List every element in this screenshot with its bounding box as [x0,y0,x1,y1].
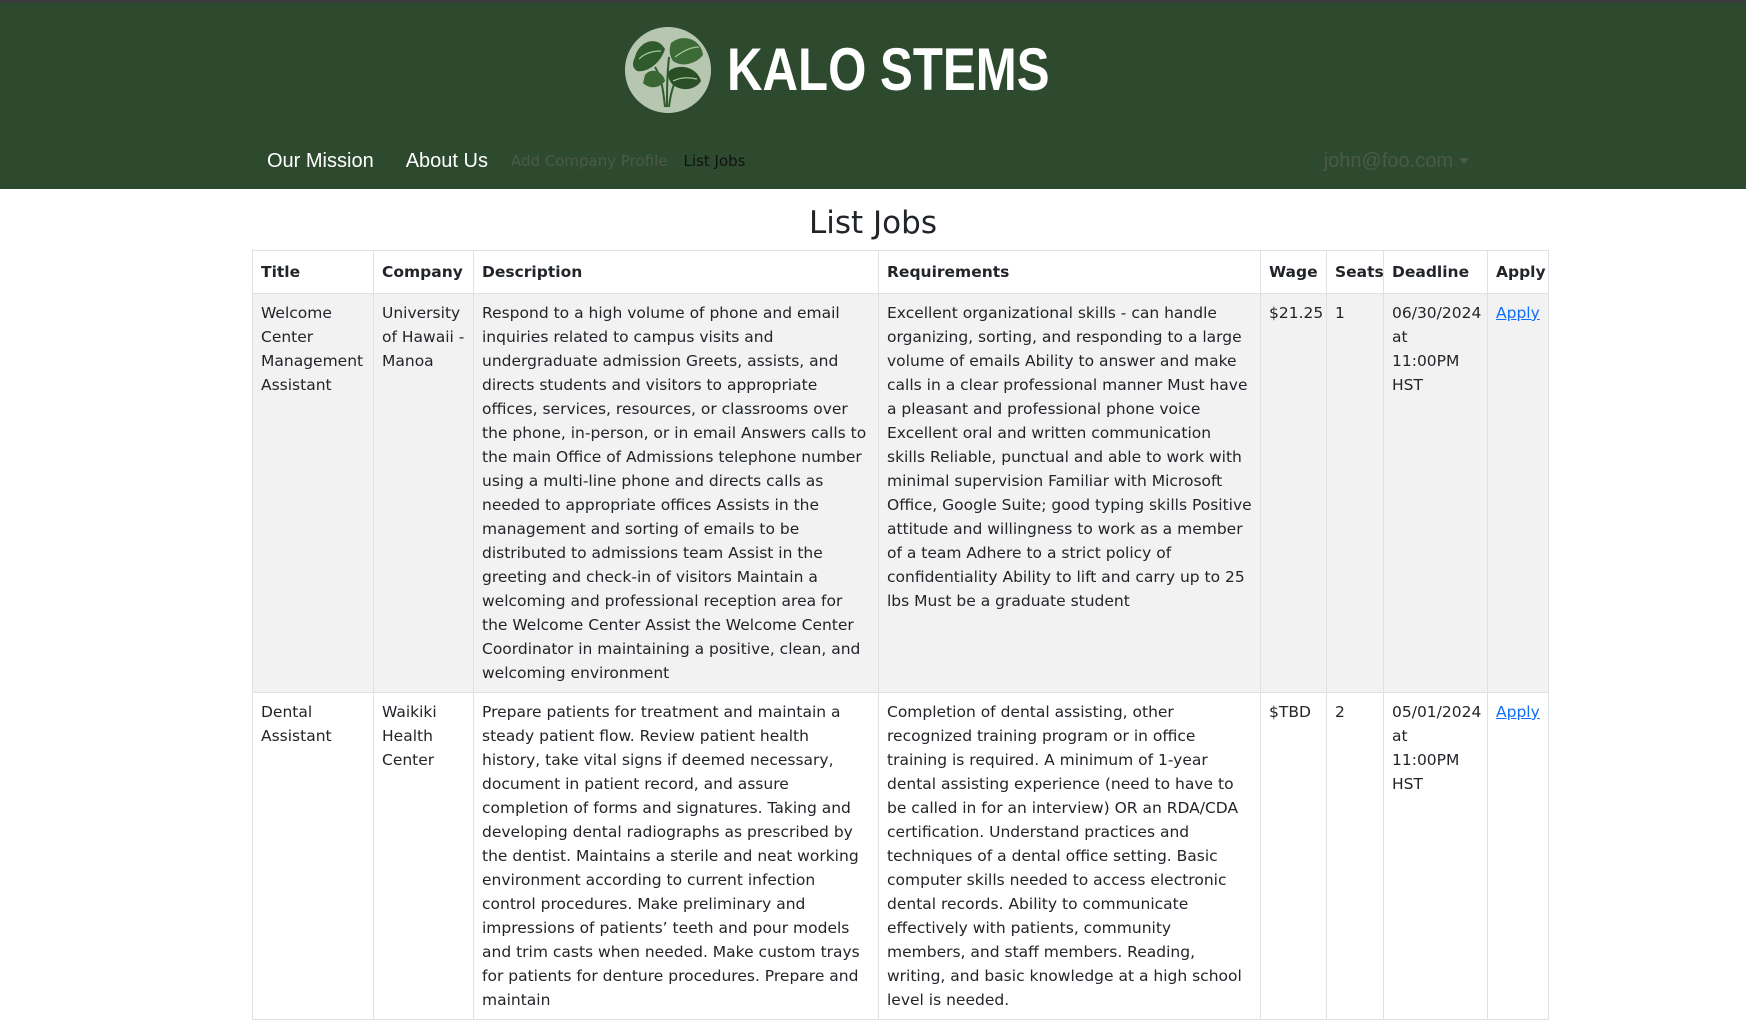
nav-add-company-profile[interactable]: Add Company Profile [511,152,668,170]
column-header-description: Description [473,250,879,294]
job-seats: 2 [1326,692,1384,1020]
jobs-table-wrapper: Title Company Description Requirements W… [252,250,1549,1020]
job-deadline: 06/30/2024 at 11:00PM HST [1383,293,1488,693]
table-row: Dental Assistant Waikiki Health Center P… [252,692,1549,1020]
job-company: Waikiki Health Center [373,692,474,1020]
column-header-company: Company [373,250,474,294]
job-wage: $21.25 [1260,293,1327,693]
job-requirements: Completion of dental assisting, other re… [878,692,1261,1020]
job-wage: $TBD [1260,692,1327,1020]
table-row: Welcome Center Management Assistant Univ… [252,293,1549,693]
user-menu-dropdown[interactable]: john@foo.com [1324,150,1469,173]
job-title: Dental Assistant [252,692,374,1020]
main-nav: Our Mission About Us Add Company Profile… [252,143,1494,179]
column-header-deadline: Deadline [1383,250,1488,294]
user-email: john@foo.com [1323,149,1453,172]
job-description: Prepare patients for treatment and maint… [473,692,879,1020]
column-header-apply: Apply [1487,250,1549,294]
jobs-table: Title Company Description Requirements W… [252,250,1549,1020]
column-header-requirements: Requirements [878,250,1261,294]
job-title: Welcome Center Management Assistant [252,293,374,693]
nav-list-jobs[interactable]: List Jobs [684,152,746,170]
page-title: List Jobs [809,205,937,241]
apply-link[interactable]: Apply [1496,703,1540,721]
job-company: University of Hawaii - Manoa [373,293,474,693]
taro-leaf-icon [625,27,712,113]
column-header-seats: Seats [1326,250,1384,294]
brand[interactable]: KALO STEMS [0,27,1746,113]
job-description: Respond to a high volume of phone and em… [473,293,879,693]
table-header-row: Title Company Description Requirements W… [252,250,1549,294]
job-apply-cell: Apply [1487,293,1549,693]
nav-our-mission[interactable]: Our Mission [267,150,374,173]
nav-about-us[interactable]: About Us [406,150,488,173]
chevron-down-icon [1459,158,1469,164]
column-header-wage: Wage [1260,250,1327,294]
site-header: KALO STEMS Our Mission About Us Add Comp… [0,3,1746,189]
job-requirements: Excellent organizational skills - can ha… [878,293,1261,693]
apply-link[interactable]: Apply [1496,304,1540,322]
job-seats: 1 [1326,293,1384,693]
brand-name: KALO STEMS [727,36,1050,103]
job-deadline: 05/01/2024 at 11:00PM HST [1383,692,1488,1020]
column-header-title: Title [252,250,374,294]
job-apply-cell: Apply [1487,692,1549,1020]
